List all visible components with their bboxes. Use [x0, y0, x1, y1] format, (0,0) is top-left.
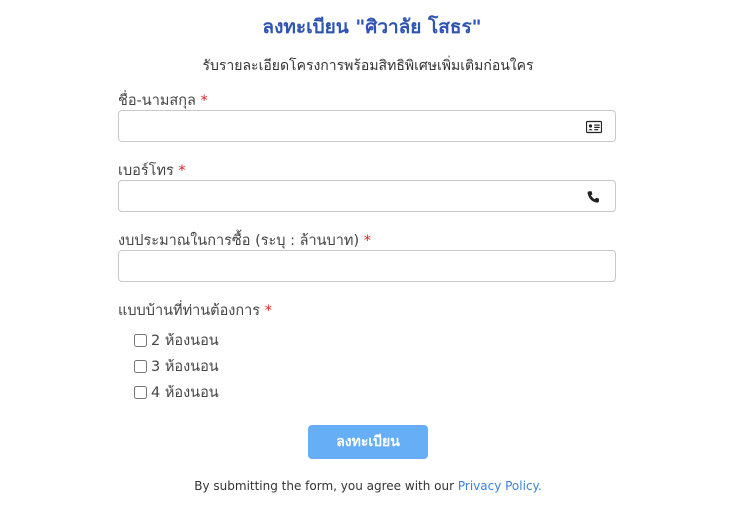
checkbox-3-bedroom[interactable]	[134, 359, 147, 373]
required-mark: *	[178, 163, 186, 179]
required-mark: *	[363, 233, 371, 249]
phone-field[interactable]	[118, 180, 616, 212]
phone-label: เบอร์โทร *	[118, 159, 186, 182]
name-label-text: ชื่อ-นามสกุล	[118, 93, 196, 109]
budget-field[interactable]	[118, 250, 616, 282]
option-3-bedroom[interactable]: 3 ห้องนอน	[134, 353, 219, 379]
privacy-notice-text: By submitting the form, you agree with o…	[194, 479, 455, 493]
name-input[interactable]	[119, 111, 569, 141]
registration-form: ลงทะเบียน "ศิวาลัย โสธร" รับรายละเอียดโค…	[0, 0, 744, 506]
option-label: 3 ห้องนอน	[151, 358, 219, 375]
budget-label-text: งบประมาณในการซื้อ (ระบุ : ล้านบาท)	[118, 233, 360, 249]
option-label: 2 ห้องนอน	[151, 332, 219, 349]
privacy-notice: By submitting the form, you agree with o…	[0, 479, 736, 493]
form-title: ลงทะเบียน "ศิวาลัย โสธร"	[262, 16, 482, 38]
name-field[interactable]	[118, 110, 616, 142]
option-2-bedroom[interactable]: 2 ห้องนอน	[134, 327, 219, 353]
privacy-policy-link[interactable]: Privacy Policy.	[458, 479, 542, 493]
required-mark: *	[264, 303, 272, 319]
phone-input[interactable]	[119, 181, 569, 211]
name-label: ชื่อ-นามสกุล *	[118, 89, 208, 112]
budget-label: งบประมาณในการซื้อ (ระบุ : ล้านบาท) *	[118, 229, 371, 252]
form-subtitle: รับรายละเอียดโครงการพร้อมสิทธิพิเศษเพิ่ม…	[202, 58, 534, 74]
budget-input[interactable]	[119, 251, 609, 281]
phone-label-text: เบอร์โทร	[118, 163, 174, 179]
id-card-icon	[585, 119, 603, 134]
house-type-label-text: แบบบ้านที่ท่านต้องการ	[118, 303, 261, 319]
phone-icon	[586, 189, 602, 203]
submit-button[interactable]: ลงทะเบียน	[308, 425, 428, 459]
option-4-bedroom[interactable]: 4 ห้องนอน	[134, 379, 219, 405]
option-label: 4 ห้องนอน	[151, 384, 219, 401]
required-mark: *	[200, 93, 208, 109]
checkbox-2-bedroom[interactable]	[134, 333, 147, 347]
house-type-options: 2 ห้องนอน 3 ห้องนอน 4 ห้องนอน	[134, 327, 219, 405]
checkbox-4-bedroom[interactable]	[134, 385, 147, 399]
house-type-label: แบบบ้านที่ท่านต้องการ *	[118, 299, 272, 322]
